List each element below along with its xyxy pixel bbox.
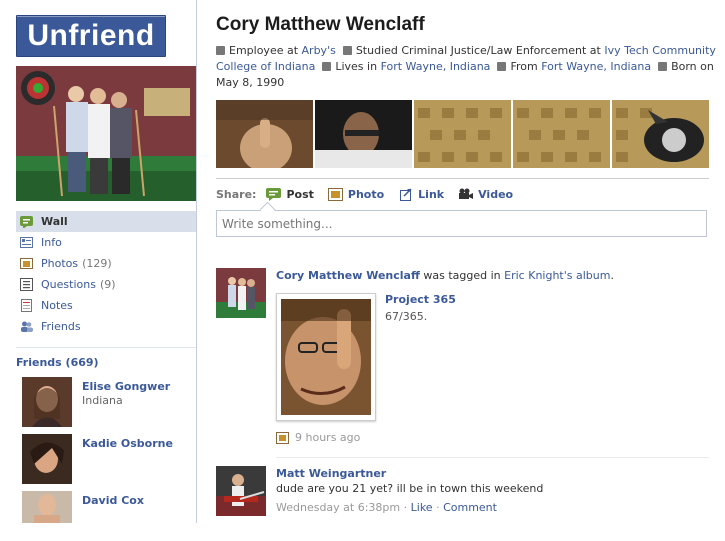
photo-thumb[interactable]: [315, 100, 412, 168]
link-icon: [398, 187, 413, 201]
like-link[interactable]: Like: [411, 501, 433, 514]
briefcase-icon: [216, 46, 225, 55]
friends-header[interactable]: Friends (669): [16, 347, 196, 369]
share-photo-tab[interactable]: Photo: [327, 187, 385, 201]
share-post-tab[interactable]: Post: [266, 187, 314, 201]
profile-picture[interactable]: [16, 66, 196, 201]
story-timestamp: 9 hours ago: [276, 431, 360, 444]
birthday: May 8, 1990: [216, 76, 285, 89]
current-city-link[interactable]: Fort Wayne, Indiana: [381, 60, 491, 73]
separator-dot: ·: [436, 501, 440, 514]
nav-item-questions[interactable]: Questions (9): [16, 274, 196, 295]
video-camera-icon: [458, 188, 474, 201]
photo-thumb[interactable]: [216, 100, 313, 168]
album-caption: 67/365.: [385, 310, 428, 323]
nav-item-photos[interactable]: Photos (129): [16, 253, 196, 274]
info-icon: [20, 236, 33, 249]
share-link-tab[interactable]: Link: [398, 188, 444, 201]
story-time-link[interactable]: 9 hours ago: [295, 431, 360, 444]
graduation-cap-icon: [342, 46, 352, 55]
profile-name: Cory Matthew Wenclaff: [216, 14, 425, 35]
profile-nav: Wall Info Photos (129) Questions (9) Not…: [16, 211, 196, 337]
calendar-icon: [658, 62, 668, 71]
photo-thumb[interactable]: [612, 100, 709, 168]
photo-thumb[interactable]: [513, 100, 610, 168]
story-time-link[interactable]: Wednesday at 6:38pm: [276, 501, 400, 514]
story-text: was tagged in: [423, 269, 501, 282]
album-title-link[interactable]: Project 365: [385, 293, 456, 306]
wall-icon: [20, 215, 33, 229]
nav-item-info[interactable]: Info: [16, 232, 196, 253]
house-icon: [322, 62, 332, 71]
album-link[interactable]: Eric Knight's album: [504, 269, 610, 282]
nav-label: Info: [41, 236, 62, 249]
friend-item[interactable]: Elise Gongwer Indiana: [22, 377, 192, 427]
story-body: Cory Matthew Wenclaff was tagged in Eric…: [276, 268, 706, 283]
status-composer-input[interactable]: Write something...: [216, 210, 707, 237]
friend-avatar[interactable]: [22, 377, 72, 427]
post-icon: [266, 187, 282, 201]
employer-link[interactable]: Arby's: [302, 44, 336, 57]
photos-icon: [20, 257, 33, 270]
friend-avatar[interactable]: [22, 434, 72, 484]
friend-location: Indiana: [82, 394, 123, 407]
share-video-label: Video: [478, 187, 514, 201]
tagged-photo-image: [281, 299, 371, 415]
photo-icon: [276, 431, 289, 444]
friend-name[interactable]: Kadie Osborne: [82, 437, 173, 450]
story-avatar[interactable]: [216, 268, 266, 318]
info-text: From: [510, 60, 538, 73]
story-actor-link[interactable]: Matt Weingartner: [276, 467, 386, 480]
hometown-link[interactable]: Fort Wayne, Indiana: [541, 60, 651, 73]
nav-item-notes[interactable]: Notes: [16, 295, 196, 316]
comment-link[interactable]: Comment: [443, 501, 497, 514]
share-video-tab[interactable]: Video: [458, 188, 513, 201]
unfriend-button[interactable]: Unfriend: [16, 15, 166, 57]
friend-item[interactable]: Kadie Osborne: [22, 434, 192, 484]
nav-count: (9): [99, 278, 116, 291]
friends-icon: [20, 320, 33, 333]
notes-icon: [20, 299, 33, 312]
home-icon: [497, 62, 507, 71]
story-text-end: .: [610, 269, 614, 282]
nav-item-wall[interactable]: Wall: [16, 211, 196, 232]
info-text: Studied Criminal Justice/Law Enforcement…: [355, 44, 601, 57]
share-link-label: Link: [418, 187, 445, 201]
profile-info: Employee at Arby's Studied Criminal Just…: [216, 43, 716, 91]
story-message: dude are you 21 yet? ill be in town this…: [276, 482, 544, 495]
share-bar: Share: Post Photo Link Video: [216, 178, 709, 209]
friend-avatar[interactable]: [22, 491, 72, 541]
left-column: Unfriend Wall Info Photos (129) Question…: [0, 0, 197, 523]
share-post-label: Post: [286, 187, 314, 201]
feed-story: Cory Matthew Wenclaff was tagged in Eric…: [216, 268, 709, 448]
feed-story: Matt Weingartner dude are you 21 yet? il…: [216, 466, 709, 523]
info-text: Born on: [671, 60, 714, 73]
nav-count: (129): [82, 257, 112, 270]
friend-name[interactable]: Elise Gongwer: [82, 380, 170, 393]
tagged-photo[interactable]: [276, 293, 376, 421]
nav-label: Notes: [41, 299, 73, 312]
nav-item-friends[interactable]: Friends: [16, 316, 196, 337]
share-label: Share:: [216, 187, 257, 201]
friend-item[interactable]: David Cox: [22, 491, 192, 541]
nav-label: Wall: [41, 215, 68, 228]
feed-divider: [276, 457, 709, 458]
story-actor-link[interactable]: Cory Matthew Wenclaff: [276, 269, 420, 282]
story-avatar[interactable]: [216, 466, 266, 516]
nav-label: Friends: [41, 320, 81, 333]
photo-strip: [216, 100, 709, 168]
info-text: Employee at: [229, 44, 299, 57]
friend-name[interactable]: David Cox: [82, 494, 144, 507]
share-photo-label: Photo: [347, 187, 385, 201]
photo-icon: [327, 187, 343, 201]
info-text: Lives in: [335, 60, 378, 73]
nav-label: Photos: [41, 257, 79, 270]
photo-thumb[interactable]: [414, 100, 511, 168]
questions-icon: [20, 278, 33, 291]
nav-label: Questions: [41, 278, 96, 291]
separator-dot: ·: [403, 501, 408, 514]
story-body: Matt Weingartner dude are you 21 yet? il…: [276, 466, 706, 515]
